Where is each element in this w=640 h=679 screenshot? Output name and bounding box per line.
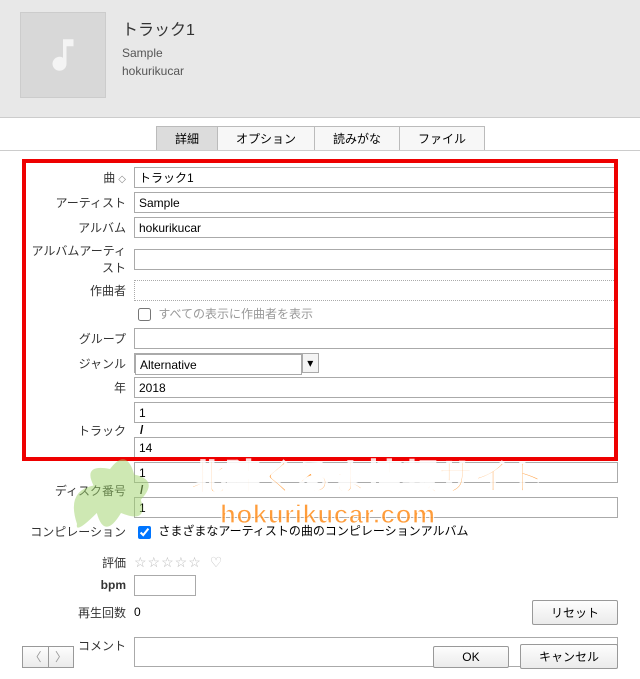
genre-label: ジャンル: [22, 355, 134, 372]
track-total-input[interactable]: [134, 437, 618, 458]
disc-total-input[interactable]: [134, 497, 618, 518]
disc-num-input[interactable]: [134, 462, 618, 483]
tab-file[interactable]: ファイル: [399, 126, 485, 150]
bpm-input[interactable]: [134, 575, 196, 596]
song-input[interactable]: [134, 167, 618, 188]
cancel-button[interactable]: キャンセル: [520, 644, 618, 669]
play-count-value: 0: [134, 605, 532, 619]
compilation-text: さまざまなアーティストの曲のコンピレーションアルバム: [158, 524, 468, 538]
footer: 〈 〉 OK キャンセル: [22, 644, 618, 669]
genre-combo[interactable]: ▾: [134, 353, 319, 373]
track-label: トラック: [22, 422, 134, 439]
header: トラック1 Sample hokurikucar: [0, 0, 640, 118]
show-composer-label: すべての表示に作曲者を表示: [158, 307, 313, 321]
album-input[interactable]: [134, 217, 618, 238]
album-label: アルバム: [22, 219, 134, 236]
ok-button[interactable]: OK: [433, 646, 508, 668]
year-input[interactable]: [134, 377, 618, 398]
tab-bar: 詳細 オプション 読みがな ファイル: [0, 126, 640, 151]
group-label: グループ: [22, 330, 134, 347]
album-artist-input[interactable]: [134, 249, 618, 270]
disc-label: ディスク番号: [22, 482, 134, 499]
group-input[interactable]: [134, 328, 618, 349]
album-art-placeholder: [20, 12, 106, 98]
artist-input[interactable]: [134, 192, 618, 213]
compilation-checkbox[interactable]: [138, 526, 151, 539]
header-title: トラック1: [122, 16, 195, 40]
song-label: 曲◇: [22, 169, 134, 186]
header-artist: Sample: [122, 44, 195, 62]
composer-input[interactable]: [134, 280, 618, 301]
album-artist-label: アルバムアーティスト: [22, 242, 134, 276]
reset-button[interactable]: リセット: [532, 600, 618, 625]
music-note-icon: [42, 34, 84, 76]
tab-options[interactable]: オプション: [217, 126, 315, 150]
compilation-label: コンピレーション: [22, 523, 134, 540]
tab-details[interactable]: 詳細: [156, 126, 218, 150]
rating-label: 評価: [22, 554, 134, 571]
heart-icon[interactable]: ♡: [210, 554, 224, 570]
sort-icon[interactable]: ◇: [118, 174, 126, 185]
header-album: hokurikucar: [122, 62, 195, 80]
slash-separator: /: [140, 483, 143, 497]
artist-label: アーティスト: [22, 194, 134, 211]
bpm-label: bpm: [22, 578, 134, 592]
header-info: トラック1 Sample hokurikucar: [122, 12, 195, 80]
form-area: 曲◇ アーティスト アルバム アルバムアーティスト 作曲者 すべての表示に作曲者…: [0, 151, 640, 667]
track-num-input[interactable]: [134, 402, 618, 423]
slash-separator: /: [140, 423, 143, 437]
composer-label: 作曲者: [22, 282, 134, 299]
rating-stars[interactable]: ☆☆☆☆☆♡: [134, 554, 618, 571]
prev-button[interactable]: 〈: [22, 646, 48, 668]
play-count-label: 再生回数: [22, 604, 134, 621]
chevron-down-icon[interactable]: ▾: [302, 354, 318, 372]
tab-sorting[interactable]: 読みがな: [314, 126, 400, 150]
show-composer-checkbox[interactable]: [138, 308, 151, 321]
genre-input[interactable]: [135, 354, 302, 375]
next-button[interactable]: 〉: [48, 646, 74, 668]
year-label: 年: [22, 379, 134, 396]
